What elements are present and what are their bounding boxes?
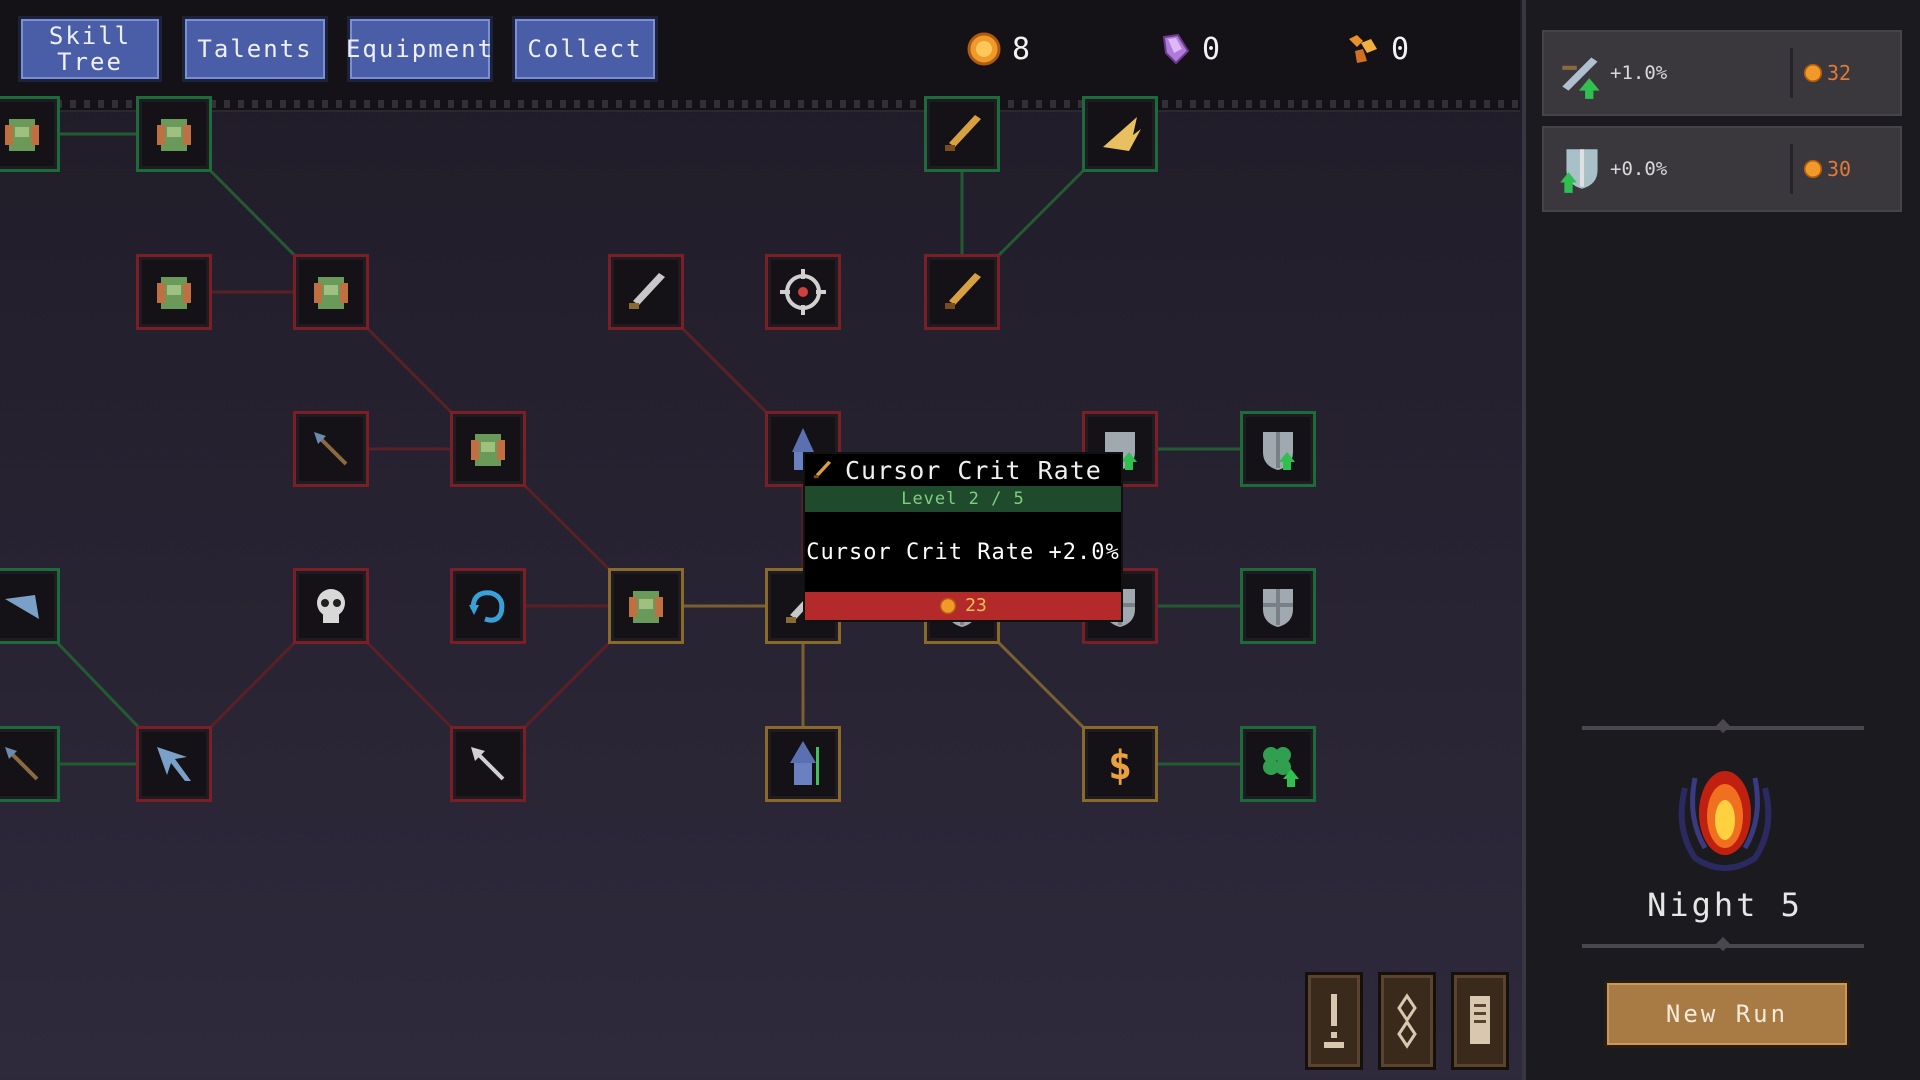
tooltip-cost: 23: [805, 592, 1121, 620]
night-portal-icon: [1678, 771, 1772, 871]
skill-node-crossbow-4[interactable]: [0, 568, 60, 644]
shield-icon: [1263, 589, 1293, 627]
skill-node-crosshair[interactable]: [765, 254, 841, 330]
arrow-icon: [471, 747, 505, 781]
upgrade-cost: 32: [1803, 61, 1851, 85]
clover-icon: [1263, 747, 1299, 787]
night-label: Night 5: [1647, 886, 1803, 924]
upgrade-cost-value: 30: [1827, 157, 1852, 181]
scroll-icon: [1470, 996, 1490, 1044]
skill-node-armor-2b[interactable]: [293, 254, 369, 330]
armor-pack-icon: [157, 119, 191, 151]
upgrade-value: +0.0%: [1610, 158, 1668, 180]
skill-node-armor-2a[interactable]: [136, 254, 212, 330]
crossbow-upgrade-icon: [1562, 57, 1600, 99]
armor-pack-icon: [471, 434, 505, 466]
tooltip-level: Level 2 / 5: [805, 486, 1121, 512]
skill-tree: $ Cursor Crit Rate Level 2 / 5 Cursor Cr…: [0, 96, 1520, 1080]
new-run-label: New Run: [1665, 1000, 1789, 1028]
gold-coin-icon: [1803, 159, 1823, 179]
tooltip-header: Cursor Crit Rate: [805, 454, 1121, 486]
golden-sword-icon: [813, 460, 832, 479]
upgrade-cost-value: 32: [1827, 61, 1852, 85]
armor-pack-icon: [5, 119, 39, 151]
golden-sword-icon: [945, 273, 981, 309]
skill-node-armor-3[interactable]: [450, 411, 526, 487]
wizard-icon: [790, 741, 819, 785]
skill-tree-connections: [20, 132, 1278, 766]
spear-icon: [314, 432, 348, 466]
skill-node-wizard-5[interactable]: [765, 726, 841, 802]
skill-node-spear-5[interactable]: [0, 726, 60, 802]
steel-sword-icon: [629, 273, 665, 309]
skill-node-wing-top[interactable]: [1082, 96, 1158, 172]
skill-node-skull[interactable]: [293, 568, 369, 644]
alert-button[interactable]: [1305, 972, 1363, 1070]
golden-sword-icon: [945, 115, 981, 151]
skill-tooltip: Cursor Crit Rate Level 2 / 5 Cursor Crit…: [803, 452, 1123, 622]
shield-upgrade-icon: [1560, 149, 1598, 193]
upgrade-value: +1.0%: [1610, 62, 1668, 84]
skill-node-arrow-5[interactable]: [450, 726, 526, 802]
skill-node-crossbow-5[interactable]: [136, 726, 212, 802]
armor-pack-icon: [314, 277, 348, 309]
shield-upgrade-icon: [1263, 432, 1295, 470]
armor-pack-icon: [629, 591, 663, 623]
upgrade-cost: 30: [1803, 157, 1851, 181]
skill-node-armor-4[interactable]: [608, 568, 684, 644]
side-panel: +1.0% 32 +0.0% 30 Night 5 New Run: [1522, 0, 1920, 1080]
skill-node-cursor-crit-sword[interactable]: [924, 254, 1000, 330]
svg-text:$: $: [1108, 743, 1132, 789]
skill-node-clover[interactable]: [1240, 726, 1316, 802]
upgrade-divider: [1790, 144, 1793, 194]
gold-coin-icon: [1803, 63, 1823, 83]
crossbow-icon: [157, 747, 191, 781]
skill-node-spear-3[interactable]: [293, 411, 369, 487]
rebound-arrow-icon: [469, 590, 505, 623]
tooltip-description: Cursor Crit Rate +2.0%: [806, 539, 1120, 565]
new-run-button[interactable]: New Run: [1604, 980, 1850, 1048]
skill-node-dollar[interactable]: $: [1082, 726, 1158, 802]
upgrade-divider: [1790, 48, 1793, 98]
gold-coin-icon: [939, 597, 957, 615]
skill-node-shield-4c[interactable]: [1240, 568, 1316, 644]
dollar-icon: $: [1108, 743, 1132, 789]
map-button[interactable]: [1378, 972, 1436, 1070]
crossbow-icon: [5, 595, 39, 619]
tooltip-title: Cursor Crit Rate: [845, 455, 1102, 485]
night-divider-top: [1582, 726, 1864, 730]
tooltip-cost-value: 23: [965, 595, 987, 616]
skill-node-rebound[interactable]: [450, 568, 526, 644]
night-divider-bottom: [1582, 944, 1864, 948]
upgrade-row-shield[interactable]: +0.0% 30: [1542, 126, 1902, 212]
upgrade-row-crossbow[interactable]: +1.0% 32: [1542, 30, 1902, 116]
skill-node-armor-top-left[interactable]: [0, 96, 60, 172]
skill-node-shield-up-3b[interactable]: [1240, 411, 1316, 487]
exclamation-icon: [1324, 994, 1344, 1048]
skill-node-sword-top[interactable]: [924, 96, 1000, 172]
scroll-button[interactable]: [1451, 972, 1509, 1070]
skill-node-sword-2[interactable]: [608, 254, 684, 330]
map-icon: [1397, 993, 1417, 1049]
skull-icon: [317, 589, 345, 623]
armor-pack-icon: [157, 277, 191, 309]
golden-wing-icon: [1103, 117, 1141, 151]
spear-icon: [5, 747, 39, 781]
crosshair-icon: [780, 269, 826, 315]
skill-node-armor-top[interactable]: [136, 96, 212, 172]
